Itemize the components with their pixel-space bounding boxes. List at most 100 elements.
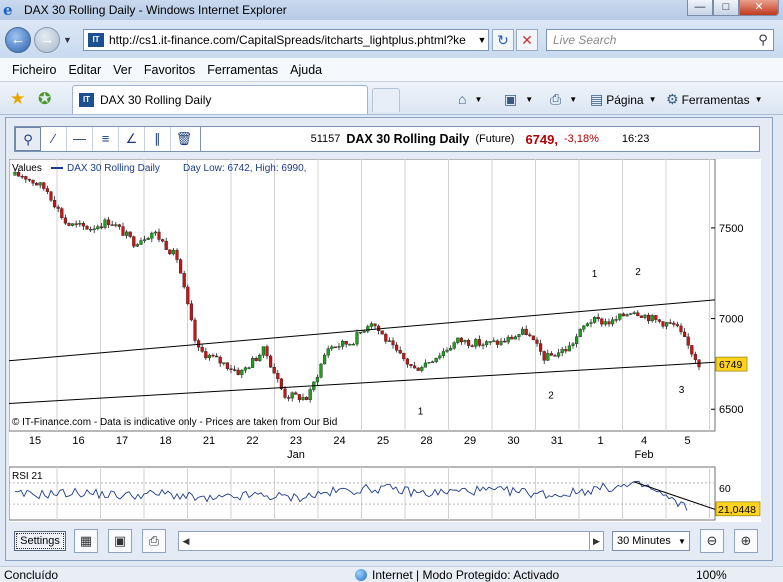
candle-body (265, 346, 269, 357)
menu-edit[interactable]: Editar (68, 63, 101, 77)
gear-icon: ⚙ (666, 91, 679, 107)
search-input[interactable]: Live Search (547, 33, 753, 47)
candle-body (214, 355, 219, 358)
candle-body (427, 361, 431, 364)
zoom-tool-button[interactable]: ⚲ (15, 127, 41, 151)
candle-body (485, 341, 489, 345)
horizontal-line-tool-button[interactable]: — (67, 127, 93, 151)
candle-body (524, 328, 528, 335)
tab-dax-30[interactable]: IT DAX 30 Rolling Daily (72, 85, 368, 114)
maximize-button[interactable]: □ (713, 0, 739, 16)
forward-button[interactable]: → (34, 27, 60, 53)
candle-body (661, 321, 665, 327)
wave-label: 1 (418, 407, 424, 418)
x-tick-label: 31 (551, 435, 563, 447)
minimize-button[interactable]: — (687, 0, 713, 16)
stop-button[interactable]: ✕ (516, 29, 538, 51)
interval-value: 30 Minutes (617, 535, 671, 547)
menu-file[interactable]: Ficheiro (12, 63, 56, 77)
candle-body (225, 362, 229, 369)
rsi-chart-svg[interactable]: RSI 21 60 21,0448 (8, 465, 761, 522)
quote-bar: 51157 DAX 30 Rolling Daily (Future) 6749… (200, 126, 760, 152)
delete-drawings-button[interactable]: 🗑 (171, 127, 197, 151)
zoom-in-button[interactable]: ⊕ (734, 529, 758, 553)
search-box[interactable]: Live Search ⚲ (546, 29, 774, 51)
address-url[interactable]: http://cs1.it-finance.com/CapitalSpreads… (109, 33, 476, 47)
price-chart-svg[interactable]: Values DAX 30 Rolling Daily Day Low: 674… (8, 158, 761, 465)
new-tab-button[interactable] (372, 88, 400, 112)
candle-body (294, 392, 298, 395)
candle-body (78, 223, 82, 225)
candle-body (254, 358, 258, 361)
y-axis: 7500 7000 6500 (711, 223, 743, 416)
rsi-value-tag: 21,0448 (715, 501, 761, 517)
candle-body (67, 223, 71, 226)
price-chart[interactable]: Values DAX 30 Rolling Daily Day Low: 674… (8, 158, 761, 465)
home-button[interactable]: ⌂ ▼ (458, 91, 482, 107)
menu-help[interactable]: Ajuda (290, 63, 322, 77)
candle-body (308, 389, 312, 400)
settings-button[interactable]: Settings (14, 531, 66, 551)
candle-body (531, 335, 535, 341)
candle-body (690, 345, 694, 355)
print-chart-button[interactable]: ⎙ (142, 529, 166, 553)
search-icon[interactable]: ⚲ (753, 32, 773, 48)
candle-body (261, 346, 265, 356)
print-button[interactable]: ⎙ ▼ (550, 91, 577, 108)
channel-tool-button[interactable]: ∠ (119, 127, 145, 151)
candle-body (114, 224, 118, 226)
zoom-out-button[interactable]: ⊖ (700, 529, 724, 553)
status-text: Concluído (4, 568, 59, 582)
globe-icon (355, 569, 367, 581)
x-tick-label: 18 (159, 435, 171, 447)
fibonacci-tool-button[interactable]: ≡ (93, 127, 119, 151)
refresh-button[interactable]: ↻ (492, 29, 514, 51)
candle-body (629, 313, 633, 315)
price-tag-label: 6749 (719, 359, 743, 371)
candle-body (333, 346, 337, 348)
trend-line-tool-button[interactable]: ∕ (41, 127, 67, 151)
scroll-left-button[interactable]: ◀ (179, 532, 193, 550)
interval-select[interactable]: 30 Minutes ▼ (612, 531, 690, 551)
back-button[interactable]: ← (5, 27, 31, 53)
add-favorite-icon[interactable]: ✪ (38, 89, 51, 109)
x-tick-label: 23 (290, 435, 302, 447)
recent-pages-dropdown[interactable]: ▼ (63, 35, 72, 45)
candle-body (675, 324, 679, 327)
feeds-button[interactable]: ▣ ▼ (504, 91, 533, 108)
menu-favorites[interactable]: Favoritos (144, 63, 195, 77)
menu-bar: Ficheiro Editar Ver Favoritos Ferramenta… (0, 58, 783, 82)
rsi-chart[interactable]: RSI 21 60 21,0448 (8, 465, 761, 522)
scroll-right-button[interactable]: ▶ (589, 532, 603, 550)
tools-menu-button[interactable]: ⚙ Ferramentas ▼ (666, 91, 763, 108)
internet-explorer-icon: e (3, 1, 13, 19)
calculator-button[interactable]: ▦ (74, 529, 98, 553)
menu-tools[interactable]: Ferramentas (207, 63, 278, 77)
candle-body (236, 369, 240, 375)
candle-body (567, 345, 571, 352)
channel-icon: ∠ (125, 131, 138, 146)
time-scrollbar[interactable]: ◀ ▶ (178, 531, 604, 551)
parallel-lines-tool-button[interactable]: ∥ (145, 127, 171, 151)
zoom-level[interactable]: 100% (696, 568, 727, 582)
candle-body (582, 325, 586, 330)
candle-body (409, 364, 413, 366)
address-dropdown-icon[interactable]: ▼ (476, 35, 488, 45)
candle-body (269, 355, 273, 368)
security-zone[interactable]: Internet | Modo Protegido: Activado (355, 568, 559, 582)
tools-menu-label: Ferramentas (681, 92, 750, 107)
star-icon[interactable]: ★ (10, 89, 25, 109)
candle-body (557, 352, 561, 357)
menu-view[interactable]: Ver (113, 63, 132, 77)
candle-body (63, 217, 67, 224)
candle-body (402, 352, 406, 360)
parallel-lines-icon: ∥ (154, 131, 161, 146)
close-button[interactable]: ✕ (739, 0, 779, 16)
page-menu-button[interactable]: ▤ Página ▼ (590, 91, 657, 108)
save-button[interactable]: ▣ (108, 529, 132, 553)
candle-body (182, 273, 186, 288)
chart-controls: Settings ▦ ▣ ⎙ ◀ ▶ 30 Minutes ▼ ⊖ ⊕ (6, 523, 772, 559)
candle-body (135, 244, 139, 247)
address-bar[interactable]: IT http://cs1.it-finance.com/CapitalSpre… (83, 29, 489, 51)
candle-body (150, 232, 154, 239)
